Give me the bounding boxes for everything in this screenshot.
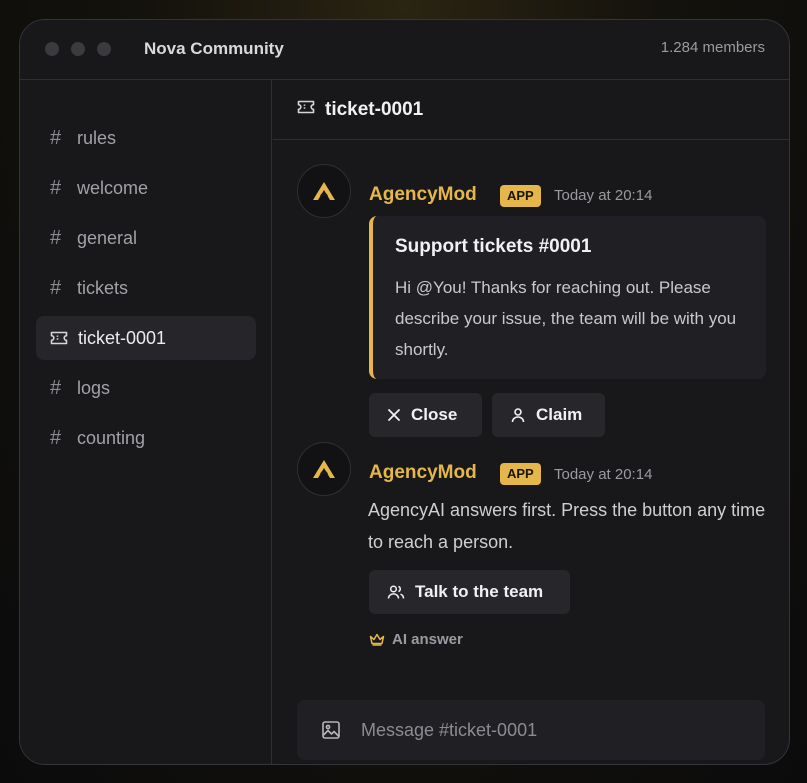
ticket-embed: Support tickets #0001 Hi @You! Thanks fo…: [369, 216, 766, 379]
message-author[interactable]: AgencyMod: [369, 184, 477, 206]
channel-sidebar: # rules # welcome # general # tickets ti…: [20, 80, 272, 764]
member-count[interactable]: 1.284 members: [661, 39, 765, 56]
crown-icon: [369, 633, 385, 646]
hash-icon: #: [50, 426, 62, 449]
hash-icon: #: [50, 276, 62, 299]
sidebar-item-welcome[interactable]: # welcome: [36, 166, 256, 210]
sidebar-item-ticket-0001[interactable]: ticket-0001: [36, 316, 256, 360]
app-badge: APP: [500, 463, 541, 485]
app-window: Nova Community 1.284 members # rules # w…: [19, 19, 790, 765]
ticket-icon: [297, 100, 315, 119]
message-timestamp: Today at 20:14: [554, 187, 653, 204]
ticket-icon: [50, 331, 78, 345]
hash-icon: #: [50, 376, 62, 399]
image-icon[interactable]: [321, 720, 341, 740]
agency-logo-icon: [313, 182, 335, 200]
ai-answer-label: AI answer: [392, 631, 463, 648]
button-label: Talk to the team: [415, 582, 544, 601]
chat-pane: ticket-0001 AgencyMod APP Today at 20:14…: [273, 80, 789, 764]
embed-title: Support tickets #0001: [395, 236, 592, 257]
window-control-minimize[interactable]: [71, 42, 85, 56]
sidebar-item-logs[interactable]: # logs: [36, 366, 256, 410]
channel-label: rules: [77, 127, 117, 148]
sidebar-item-tickets[interactable]: # tickets: [36, 266, 256, 310]
server-name: Nova Community: [144, 39, 284, 58]
close-ticket-button[interactable]: Close: [369, 393, 482, 437]
message-input[interactable]: [361, 719, 741, 741]
channel-label: tickets: [77, 277, 129, 298]
hash-icon: #: [50, 176, 62, 199]
channel-label: welcome: [77, 177, 149, 198]
user-icon: [511, 408, 525, 423]
avatar[interactable]: [297, 442, 351, 496]
message-composer: [297, 700, 765, 760]
sidebar-item-counting[interactable]: # counting: [36, 416, 256, 460]
close-icon: [388, 409, 400, 421]
message-author[interactable]: AgencyMod: [369, 462, 477, 484]
agency-logo-icon: [313, 460, 335, 478]
avatar[interactable]: [297, 164, 351, 218]
channel-label: logs: [77, 377, 111, 398]
channel-title: ticket-0001: [325, 98, 424, 120]
channel-label: general: [77, 227, 138, 248]
channel-label: ticket-0001: [78, 327, 167, 348]
app-badge: APP: [500, 185, 541, 207]
sidebar-item-general[interactable]: # general: [36, 216, 256, 260]
message-text: AgencyAI answers first. Press the button…: [368, 500, 766, 552]
talk-to-team-button[interactable]: Talk to the team: [369, 570, 570, 614]
embed-body: Hi @You! Thanks for reaching out. Please…: [395, 278, 737, 359]
sidebar-item-rules[interactable]: # rules: [36, 116, 256, 160]
claim-ticket-button[interactable]: Claim: [492, 393, 605, 437]
channel-header: ticket-0001: [273, 80, 789, 140]
hash-icon: #: [50, 226, 62, 249]
users-icon: [387, 585, 405, 599]
button-label: Claim: [536, 405, 583, 424]
channel-label: counting: [77, 427, 146, 448]
title-bar: Nova Community 1.284 members: [20, 20, 789, 80]
window-control-maximize[interactable]: [97, 42, 111, 56]
window-control-close[interactable]: [45, 42, 59, 56]
ai-answer-note: AI answer: [369, 631, 463, 648]
message-timestamp: Today at 20:14: [554, 466, 653, 483]
hash-icon: #: [50, 126, 62, 149]
button-label: Close: [411, 405, 458, 424]
